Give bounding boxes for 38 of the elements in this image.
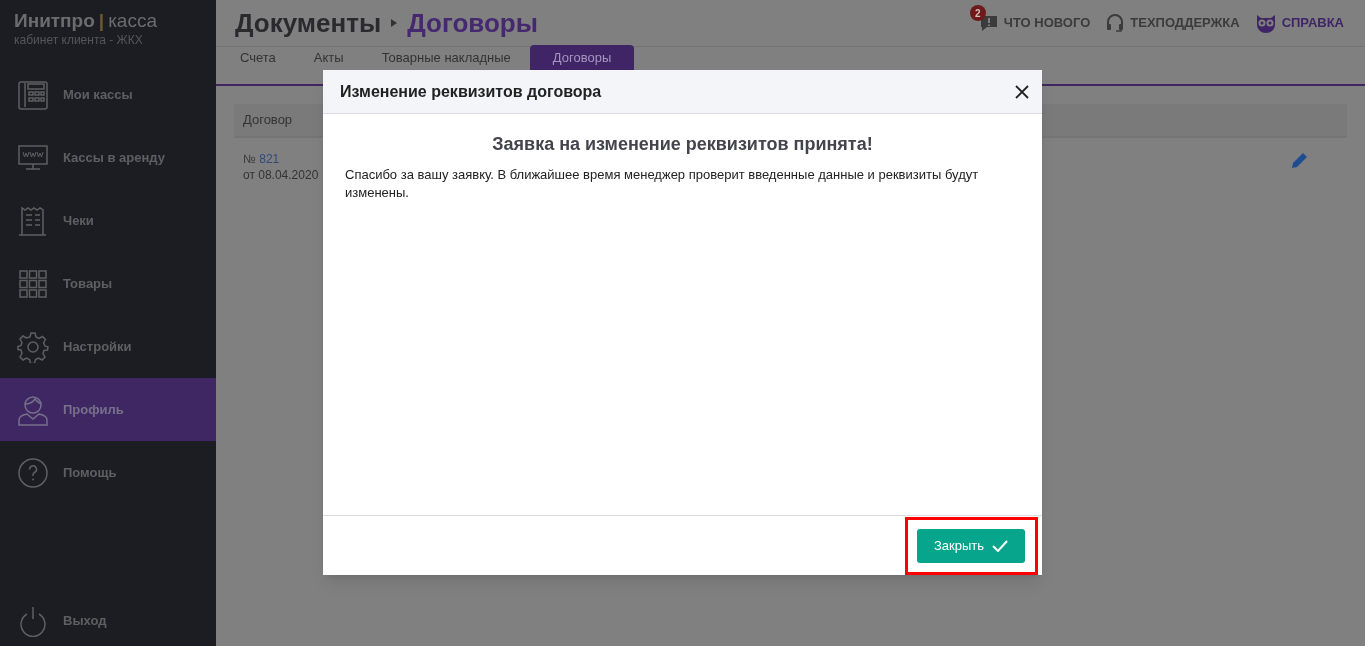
modal-heading: Заявка на изменение реквизитов принята! — [491, 133, 874, 156]
modal-title: Изменение реквизитов договора — [340, 81, 602, 102]
breadcrumb-current: Договоры — [407, 6, 538, 40]
nav-item[interactable]: Чеки — [0, 189, 216, 252]
user-icon — [17, 393, 49, 426]
chevron-icon — [391, 19, 398, 27]
contract-link[interactable]: 821 — [259, 152, 280, 166]
header-link[interactable]: ТЕХПОДДЕРЖКА — [1105, 13, 1240, 33]
brand-name: Инитпро — [14, 10, 95, 32]
power-icon — [17, 604, 49, 637]
nav-item[interactable]: Настройки — [0, 315, 216, 378]
cash-register-icon — [17, 78, 49, 111]
nav-item[interactable]: Мои кассы — [0, 63, 216, 126]
modal-message: Спасибо за вашу заявку. В ближайшее время менеджер проверит введенные данные и реквизиты будут изменены. — [345, 166, 980, 202]
column-header: Договор — [243, 111, 293, 130]
grid-icon — [17, 267, 49, 300]
header-link[interactable]: СПРАВКА — [1254, 13, 1344, 33]
nav-item[interactable]: Товары — [0, 252, 216, 315]
notification-badge: 2 — [969, 5, 986, 21]
checkmark-icon — [992, 539, 1009, 552]
nav-item[interactable]: Профиль — [0, 378, 216, 441]
owl-icon — [1254, 13, 1277, 33]
gear-icon — [17, 330, 49, 363]
help-icon — [17, 456, 49, 489]
brand-product: касса — [108, 10, 157, 32]
breadcrumb-parent[interactable]: Документы — [235, 3, 382, 43]
nav-item[interactable]: Помощь — [0, 441, 216, 504]
tab[interactable]: Счета — [221, 45, 295, 84]
receipt-icon — [17, 204, 49, 237]
headset-icon — [1105, 13, 1126, 33]
contract-number: № 821 — [243, 151, 281, 167]
brand-subtitle: кабинет клиента - ЖКХ — [14, 32, 144, 48]
contract-date: от 08.04.2020 — [243, 167, 319, 183]
close-icon[interactable] — [1015, 84, 1029, 99]
close-button[interactable]: Закрыть — [917, 528, 1025, 563]
logout-item[interactable]: Выход — [0, 589, 216, 646]
nav-item[interactable]: Кассы в аренду — [0, 126, 216, 189]
brand-separator: | — [98, 10, 105, 32]
